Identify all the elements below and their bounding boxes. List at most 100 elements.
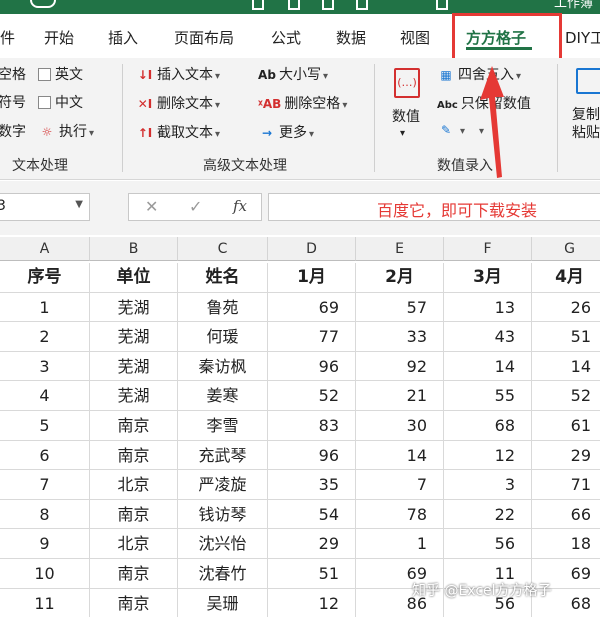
table-cell[interactable]: 南京 <box>90 588 178 617</box>
opt-chinese[interactable]: 中文 <box>38 92 83 112</box>
table-cell[interactable]: 沈春竹 <box>178 559 268 589</box>
tab-page-layout[interactable]: 页面布局 <box>174 27 234 48</box>
name-box-dropdown-icon[interactable]: ▼ <box>75 199 83 210</box>
table-cell[interactable]: 芜湖 <box>90 351 178 382</box>
table-cell[interactable]: 南京 <box>90 559 178 589</box>
header-cell[interactable]: 3月 <box>444 263 532 293</box>
tab-view[interactable]: 视图 <box>400 27 430 48</box>
numeric-button[interactable]: 数值 <box>392 106 420 126</box>
table-cell[interactable]: 2 <box>0 322 90 352</box>
copy-paste-icon[interactable] <box>576 68 600 94</box>
english-checkbox[interactable] <box>38 68 51 81</box>
table-cell[interactable]: 沈兴怡 <box>178 529 268 559</box>
table-cell[interactable]: 1 <box>356 529 444 559</box>
delete-text-button[interactable]: ✕I 删除文本 ▾ <box>136 93 220 113</box>
case-button[interactable]: Ab 大小写 ▾ <box>258 64 328 84</box>
table-cell[interactable]: 3 <box>444 470 532 500</box>
table-cell[interactable]: 78 <box>356 499 444 530</box>
opt-space[interactable]: 空格 <box>0 64 26 84</box>
table-cell[interactable]: 吴珊 <box>178 588 268 617</box>
table-cell[interactable]: 51 <box>268 559 356 589</box>
table-cell[interactable]: 96 <box>268 440 356 471</box>
table-cell[interactable]: 96 <box>268 351 356 382</box>
header-cell[interactable]: 2月 <box>356 263 444 293</box>
table-cell[interactable]: 李雪 <box>178 411 268 441</box>
table-cell[interactable]: 秦访枫 <box>178 351 268 382</box>
table-cell[interactable]: 8 <box>0 499 90 530</box>
header-cell[interactable]: 1月 <box>268 263 356 293</box>
table-cell[interactable]: 52 <box>268 381 356 411</box>
header-cell[interactable]: 单位 <box>90 263 178 293</box>
table-cell[interactable]: 7 <box>356 470 444 500</box>
column-header-g[interactable]: G <box>532 237 600 261</box>
table-cell[interactable]: 18 <box>532 529 600 559</box>
copy-paste-button[interactable]: 复制粘贴 <box>572 106 600 142</box>
column-header-b[interactable]: B <box>90 237 178 261</box>
table-cell[interactable]: 83 <box>268 411 356 441</box>
cancel-icon[interactable]: ✕ <box>145 197 158 216</box>
execute-button[interactable]: ☼ 执行 ▾ <box>38 121 94 141</box>
table-cell[interactable]: 68 <box>444 411 532 441</box>
table-cell[interactable]: 7 <box>0 470 90 500</box>
table-cell[interactable]: 4 <box>0 381 90 411</box>
table-cell[interactable]: 3 <box>0 351 90 382</box>
table-cell[interactable]: 芜湖 <box>90 292 178 323</box>
more-button[interactable]: → 更多 ▾ <box>258 122 314 142</box>
table-cell[interactable]: 71 <box>532 470 600 500</box>
file-icon[interactable] <box>288 0 300 10</box>
table-cell[interactable]: 14 <box>356 440 444 471</box>
table-cell[interactable]: 12 <box>268 588 356 617</box>
table-cell[interactable]: 南京 <box>90 440 178 471</box>
opt-symbol[interactable]: 符号 <box>0 92 26 112</box>
table-cell[interactable]: 9 <box>0 529 90 559</box>
table-cell[interactable]: 22 <box>444 499 532 530</box>
numeric-icon[interactable]: (…) <box>394 68 420 98</box>
table-cell[interactable]: 57 <box>356 292 444 323</box>
table-cell[interactable]: 30 <box>356 411 444 441</box>
opt-english[interactable]: 英文 <box>38 64 83 84</box>
header-cell[interactable]: 姓名 <box>178 263 268 293</box>
table-cell[interactable]: 21 <box>356 381 444 411</box>
table-cell[interactable]: 29 <box>532 441 600 471</box>
header-cell[interactable]: 序号 <box>0 263 90 293</box>
table-cell[interactable]: 55 <box>444 381 532 411</box>
formula-input[interactable]: 百度它，即可下载安装 <box>268 193 600 221</box>
table-cell[interactable]: 6 <box>0 440 90 471</box>
extract-text-button[interactable]: ↑I 截取文本 ▾ <box>136 122 220 142</box>
table-cell[interactable]: 43 <box>444 322 532 352</box>
table-cell[interactable]: 姜寒 <box>178 381 268 411</box>
table-cell[interactable]: 南京 <box>90 411 178 441</box>
table-cell[interactable]: 北京 <box>90 470 178 500</box>
table-cell[interactable]: 61 <box>532 411 600 441</box>
table-cell[interactable]: 52 <box>532 381 600 411</box>
name-box[interactable]: 3 ▼ <box>0 193 90 221</box>
table-cell[interactable]: 51 <box>532 322 600 352</box>
table-cell[interactable]: 芜湖 <box>90 381 178 411</box>
fx-icon[interactable]: fx <box>233 197 247 215</box>
numeric-dropdown-icon[interactable]: ▾ <box>400 128 405 139</box>
table-cell[interactable]: 56 <box>444 529 532 559</box>
column-header-f[interactable]: F <box>444 237 532 261</box>
tab-data[interactable]: 数据 <box>336 27 366 48</box>
table-cell[interactable]: 54 <box>268 499 356 530</box>
dropdown-icon[interactable] <box>436 0 448 10</box>
table-cell[interactable]: 1 <box>0 292 90 323</box>
format-button[interactable]: ✎ ▾ ▾ <box>437 122 484 138</box>
table-cell[interactable]: 35 <box>268 470 356 500</box>
save-icon[interactable] <box>252 0 264 10</box>
table-cell[interactable]: 严凌旋 <box>178 470 268 500</box>
undo-icon[interactable] <box>322 0 334 10</box>
table-cell[interactable]: 66 <box>532 500 600 530</box>
column-header-a[interactable]: A <box>0 237 90 261</box>
tab-home[interactable]: 开始 <box>44 27 74 48</box>
delete-space-button[interactable]: ᵡAB 删除空格 ▾ <box>258 93 347 113</box>
tab-insert[interactable]: 插入 <box>108 27 138 48</box>
table-cell[interactable]: 13 <box>444 292 532 323</box>
tab-file[interactable]: 件 <box>0 27 15 48</box>
table-cell[interactable]: 29 <box>268 529 356 559</box>
table-cell[interactable]: 何瑗 <box>178 322 268 352</box>
table-cell[interactable]: 77 <box>268 322 356 352</box>
table-cell[interactable]: 钱访琴 <box>178 499 268 530</box>
opt-number[interactable]: 数字 <box>0 121 26 141</box>
autosave-toggle[interactable] <box>30 0 56 8</box>
